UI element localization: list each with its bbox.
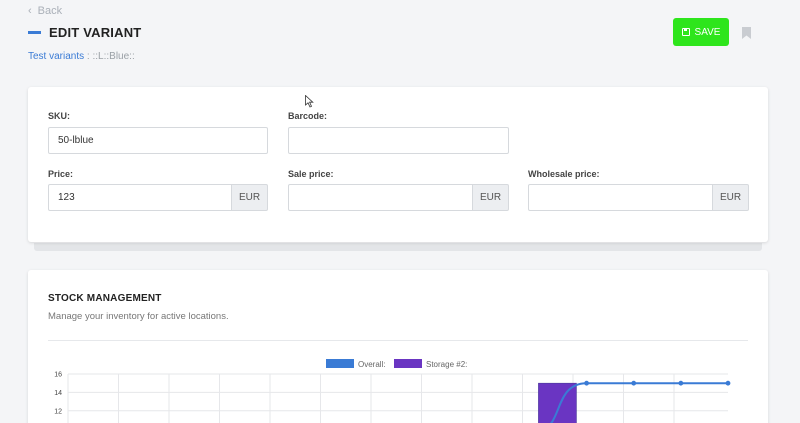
y-tick-label: 14 [54,390,62,397]
title-row: EDIT VARIANT [28,25,141,40]
stock-section-subtitle: Manage your inventory for active locatio… [48,311,229,322]
mouse-cursor-icon [305,95,314,108]
barcode-input[interactable] [288,127,509,154]
bookmark-icon[interactable] [742,27,751,39]
y-tick-label: 16 [54,372,62,379]
wholesale-price-input[interactable] [528,184,713,211]
breadcrumb-variant: : ::L::Blue:: [84,51,135,62]
edit-variant-page: ‹ Back EDIT VARIANT Test variants : ::L:… [0,0,800,423]
back-label: Back [37,5,63,17]
legend-swatch [394,359,422,368]
stock-management-card: STOCK MANAGEMENT Manage your inventory f… [28,270,768,423]
sale-price-currency-addon: EUR [473,184,509,211]
title-accent-bar [28,31,41,34]
sku-label: SKU: [48,111,70,121]
barcode-label: Barcode: [288,111,328,121]
card-shadow [34,243,762,251]
save-label: SAVE [694,26,721,38]
price-input-group: 123 EUR [48,184,268,211]
section-divider [48,340,748,341]
wholesale-price-currency-addon: EUR [713,184,749,211]
point-overall [631,380,637,386]
breadcrumb: Test variants : ::L::Blue:: [28,51,135,62]
point-overall [584,380,589,386]
chevron-left-icon: ‹ [28,4,32,17]
point-overall [678,380,684,386]
price-currency-addon: EUR [232,184,268,211]
breadcrumb-product-link[interactable]: Test variants [28,51,84,62]
wholesale-price-input-group: EUR [528,184,749,211]
wholesale-price-label: Wholesale price: [528,169,600,179]
back-link[interactable]: ‹ Back [28,5,62,17]
sale-price-input[interactable] [288,184,473,211]
point-overall [725,380,731,386]
save-icon [681,28,690,36]
price-label: Price: [48,169,74,179]
stock-chart: Overall: Storage #2: 16 14 12 [54,359,731,423]
sale-price-input-group: EUR [288,184,509,211]
sku-input[interactable]: 50-lblue [48,127,268,154]
legend-label: Overall: [358,360,386,369]
stock-section-title: STOCK MANAGEMENT [48,293,162,304]
legend-label: Storage #2: [426,360,467,369]
save-button[interactable]: SAVE [673,18,729,46]
page-title: EDIT VARIANT [49,25,142,40]
price-input[interactable]: 123 [48,184,232,211]
legend-swatch [326,359,354,368]
variant-details-card: SKU: 50-lblue Barcode: Price: 123 EUR Sa… [28,87,768,242]
y-tick-label: 12 [54,408,62,415]
sale-price-label: Sale price: [288,169,334,179]
